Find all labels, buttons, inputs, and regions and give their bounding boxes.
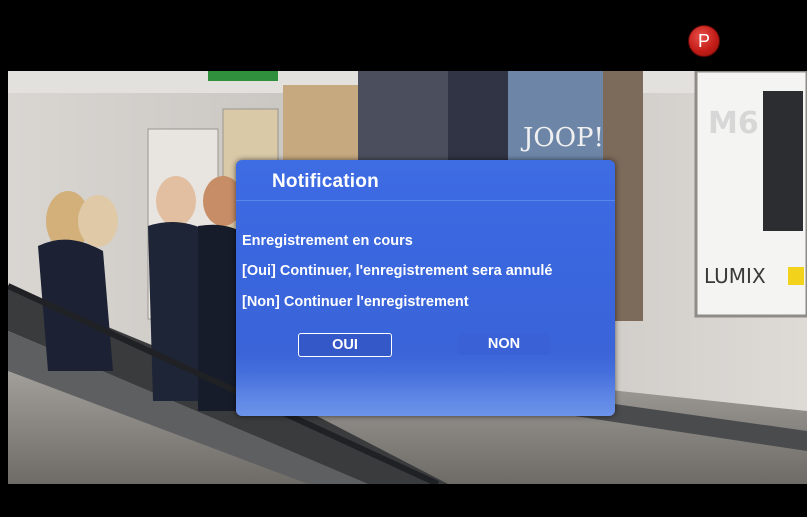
dialog-header: Notification — [236, 160, 615, 201]
channel-logo: M6 — [708, 106, 759, 141]
poster-text: JOOP! — [520, 123, 604, 153]
notification-dialog: Notification Enregistrement en cours [Ou… — [236, 160, 615, 416]
dialog-footer-glow — [236, 372, 615, 416]
yes-button[interactable]: OUI — [298, 333, 392, 357]
dialog-message-status: Enregistrement en cours — [242, 233, 413, 249]
dialog-message-no-option: [Non] Continuer l'enregistrement — [242, 294, 469, 310]
recording-indicator-icon: P — [688, 25, 720, 57]
tv-screen: P JOOP! M6 LUMIX Notification Enregistre… — [0, 0, 807, 517]
dialog-title: Notification — [272, 171, 379, 192]
dialog-message-yes-option: [Oui] Continuer, l'enregistrement sera a… — [242, 263, 553, 279]
no-button[interactable]: NON — [458, 333, 550, 355]
lumix-ad: LUMIX — [704, 264, 766, 288]
